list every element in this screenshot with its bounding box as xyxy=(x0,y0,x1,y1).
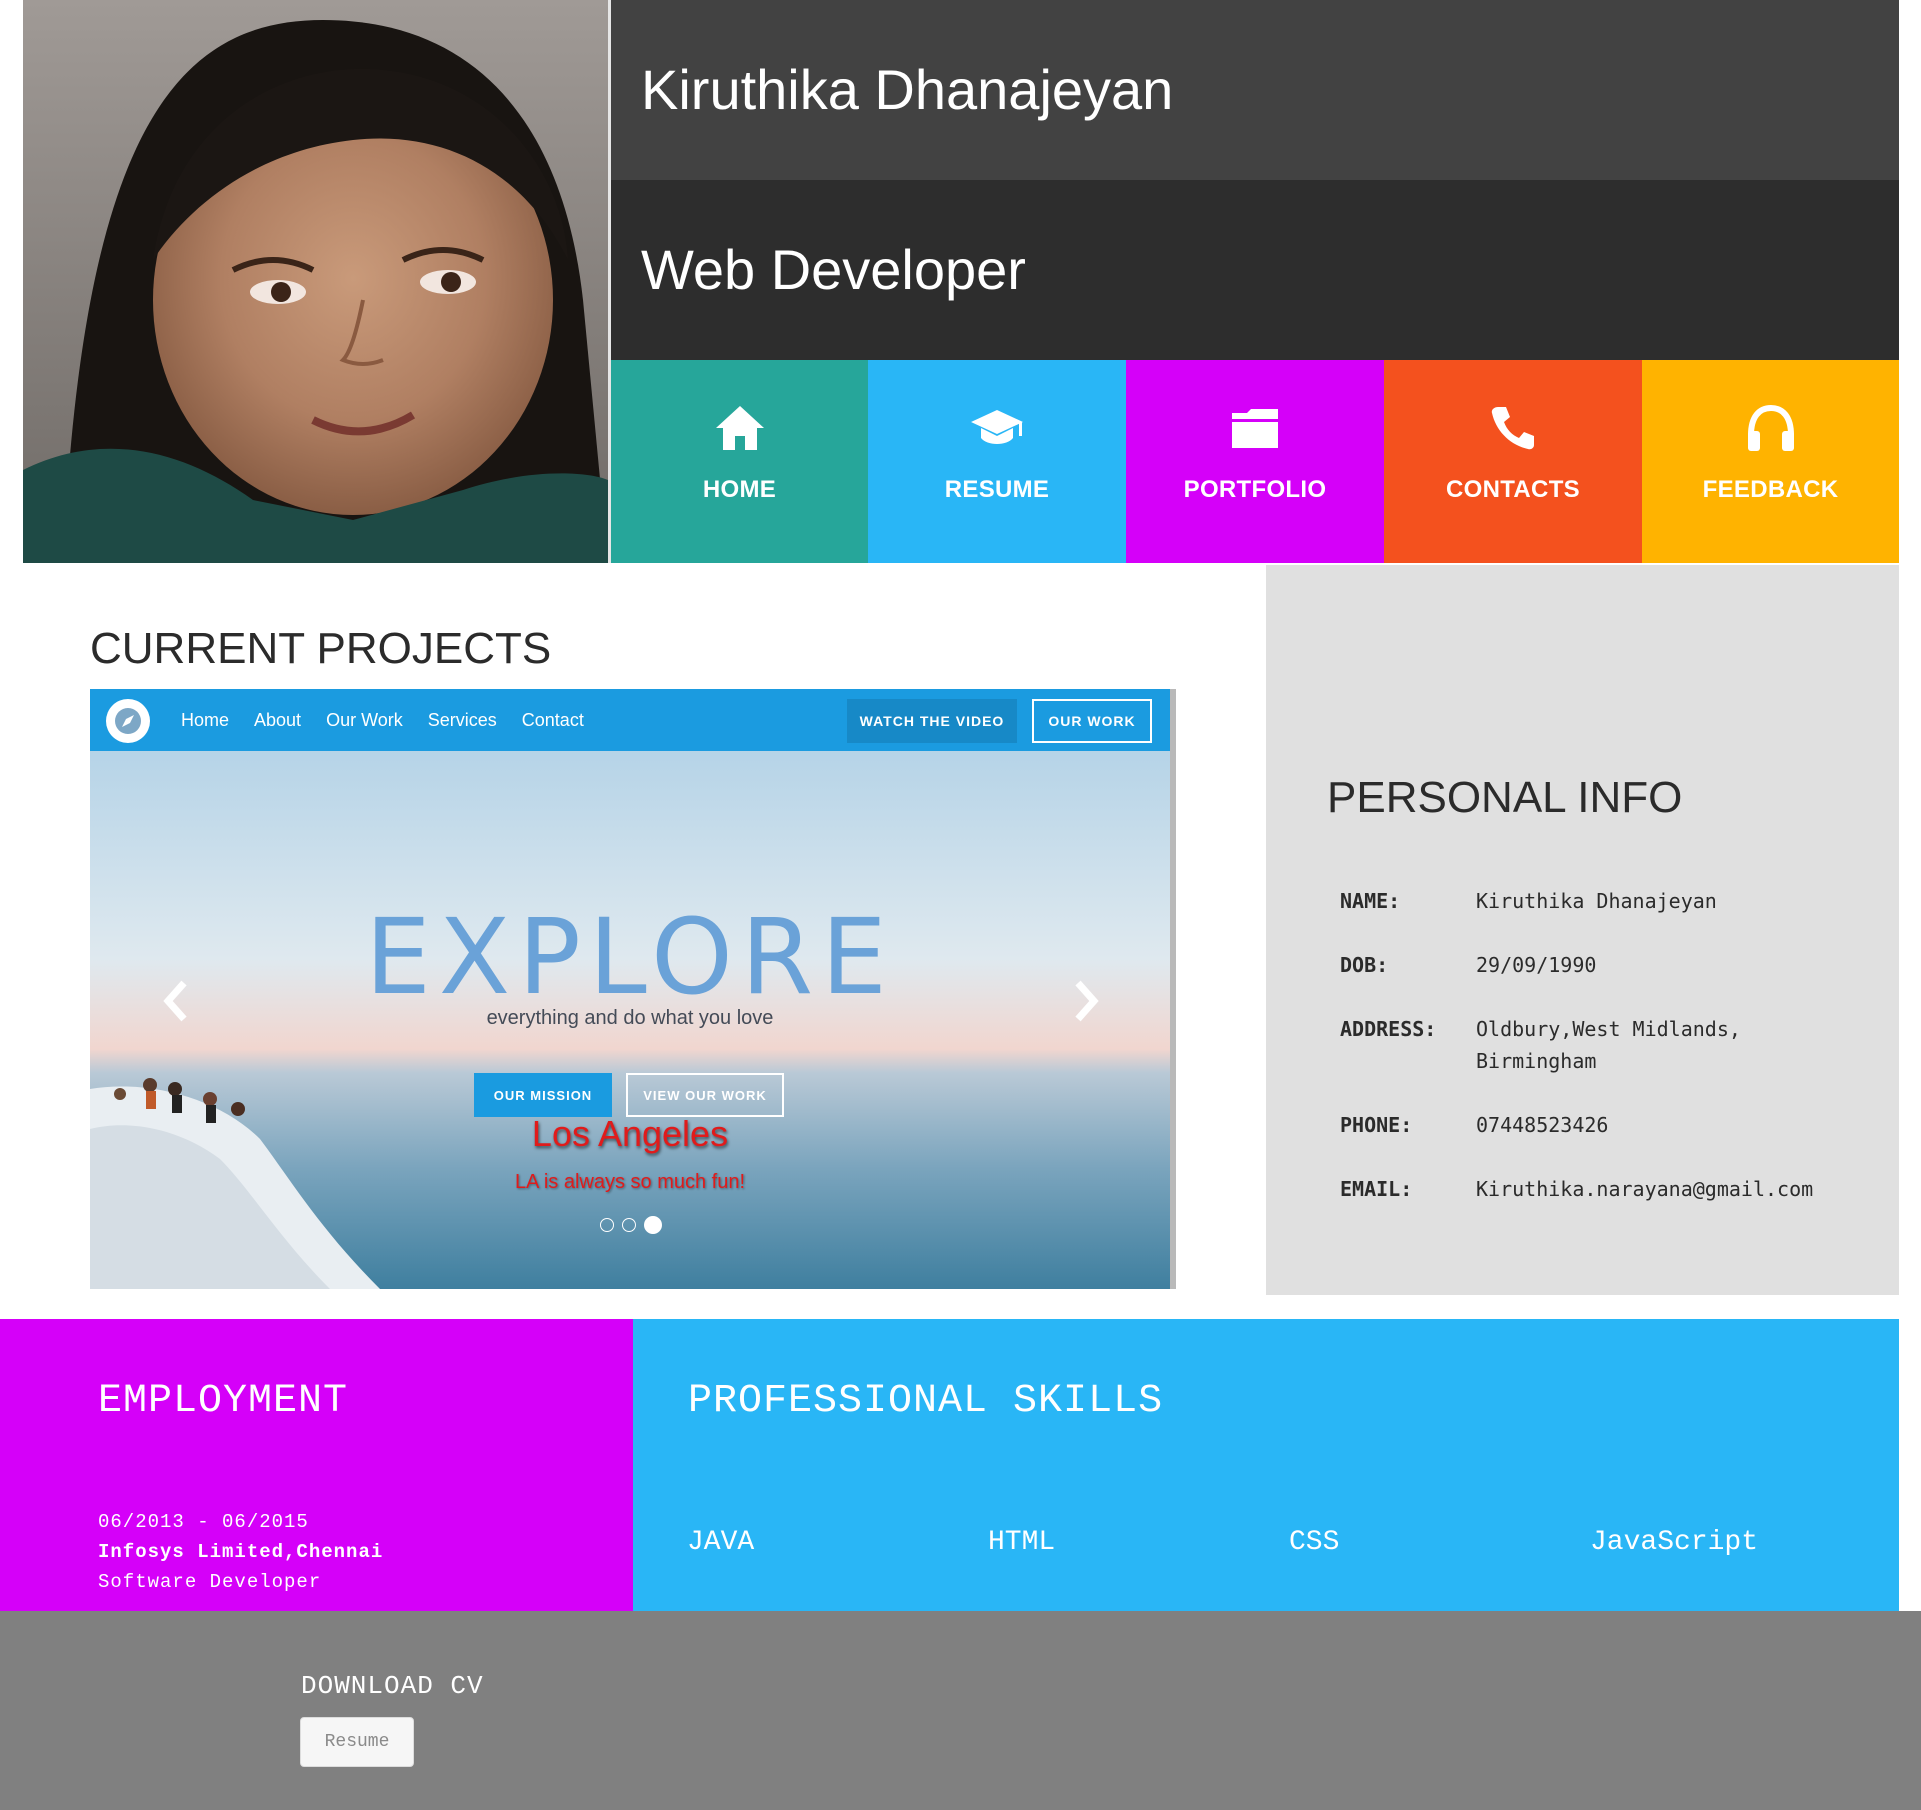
name-banner: Kiruthika Dhanajeyan xyxy=(611,0,1899,180)
info-value-phone: 07448523426 xyxy=(1476,1113,1609,1137)
address-line-1: Oldbury,West Midlands, xyxy=(1476,1017,1741,1041)
nav-home-label: HOME xyxy=(702,476,777,503)
slide-subheadline: everything and do what you love xyxy=(486,1007,774,1029)
employment-section: EMPLOYMENT 06/2013 - 06/2015 Infosys Lim… xyxy=(0,1319,633,1611)
nav-feedback[interactable]: FEEDBACK xyxy=(1642,360,1899,563)
skill-item: CSS xyxy=(1289,1527,1340,1558)
employment-title: EMPLOYMENT xyxy=(98,1379,349,1424)
slide-view-work-button: VIEW OUR WORK xyxy=(626,1073,784,1117)
slide-mission-button: OUR MISSION xyxy=(474,1073,612,1117)
info-label-address: ADDRESS: xyxy=(1340,1017,1437,1041)
personal-info-row: EMAIL: Kiruthika.narayana@gmail.com xyxy=(1340,1173,1876,1205)
phone-icon xyxy=(1483,402,1543,454)
address-line-2: Birmingham xyxy=(1476,1049,1597,1073)
nav-contacts[interactable]: CONTACTS xyxy=(1384,360,1642,563)
nav-feedback-label: FEEDBACK xyxy=(1702,476,1839,503)
slide-site-links: Home About Our Work Services Contact xyxy=(181,689,609,751)
main-nav: HOME RESUME PORTFOLIO CONTACTS FEEDBACK xyxy=(611,360,1899,563)
employment-item: 06/2013 - 06/2015 Infosys Limited,Chenna… xyxy=(98,1507,383,1597)
nav-resume-label: RESUME xyxy=(944,476,1050,503)
skill-item: JAVA xyxy=(687,1527,755,1558)
slide-link-our-work: Our Work xyxy=(326,709,403,730)
download-cv-label: DOWNLOAD CV xyxy=(301,1671,484,1701)
personal-info-title: PERSONAL INFO xyxy=(1327,773,1683,822)
carousel-prev-button[interactable] xyxy=(155,976,195,1026)
profile-photo xyxy=(23,0,608,563)
skill-item: JavaScript xyxy=(1590,1527,1759,1558)
chevron-left-icon xyxy=(163,980,187,1022)
carousel-indicator[interactable] xyxy=(600,1218,614,1232)
carousel-next-button[interactable] xyxy=(1067,976,1107,1026)
slide-link-contact: Contact xyxy=(521,709,584,730)
info-label-name: NAME: xyxy=(1340,889,1401,913)
personal-info-row: ADDRESS: Oldbury,West Midlands, Birmingh… xyxy=(1340,1013,1876,1077)
carousel-indicator[interactable] xyxy=(622,1218,636,1232)
info-value-address: Oldbury,West Midlands, Birmingham xyxy=(1476,1013,1876,1077)
profile-role: Web Developer xyxy=(641,238,1026,301)
chevron-right-icon xyxy=(1075,980,1099,1022)
slide-link-services: Services xyxy=(427,709,497,730)
headphones-icon xyxy=(1741,402,1801,454)
employment-company: Infosys Limited,Chennai xyxy=(98,1541,384,1563)
right-gutter xyxy=(1899,0,1921,1611)
slide-link-home: Home xyxy=(181,709,230,730)
info-label-dob: DOB: xyxy=(1340,953,1389,977)
personal-info-row: NAME: Kiruthika Dhanajeyan xyxy=(1340,885,1876,917)
nav-home[interactable]: HOME xyxy=(611,360,868,563)
slide-link-about: About xyxy=(254,709,302,730)
carousel-caption-text: LA is always so much fun! xyxy=(514,1171,746,1193)
footer: DOWNLOAD CV Resume xyxy=(0,1611,1921,1810)
nav-portfolio[interactable]: PORTFOLIO xyxy=(1126,360,1384,563)
personal-info-table: NAME: Kiruthika Dhanajeyan DOB: 29/09/19… xyxy=(1340,885,1876,1237)
role-banner: Web Developer xyxy=(611,180,1899,360)
personal-info-row: DOB: 29/09/1990 xyxy=(1340,949,1876,981)
folder-icon xyxy=(1225,402,1285,454)
projects-carousel: Home About Our Work Services Contact WAT… xyxy=(90,689,1176,1289)
info-value-name: Kiruthika Dhanajeyan xyxy=(1476,889,1717,913)
employment-period: 06/2013 - 06/2015 xyxy=(98,1511,309,1533)
carousel-indicator-active[interactable] xyxy=(644,1216,662,1234)
compass-icon xyxy=(106,699,150,743)
slide-watch-video-button: WATCH THE VIDEO xyxy=(847,699,1017,743)
graduation-cap-icon xyxy=(967,402,1027,454)
nav-portfolio-label: PORTFOLIO xyxy=(1183,476,1327,503)
nav-contacts-label: CONTACTS xyxy=(1446,476,1580,503)
skill-item: HTML xyxy=(988,1527,1056,1558)
slide-site-nav: Home About Our Work Services Contact WAT… xyxy=(90,689,1170,751)
info-label-phone: PHONE: xyxy=(1340,1113,1413,1137)
personal-info-row: PHONE: 07448523426 xyxy=(1340,1109,1876,1141)
info-value-email: Kiruthika.narayana@gmail.com xyxy=(1476,1177,1814,1201)
slide-headline: EXPLORE xyxy=(365,896,895,1018)
carousel-indicators xyxy=(600,1216,670,1234)
employment-position: Software Developer xyxy=(98,1571,322,1593)
resume-download-button[interactable]: Resume xyxy=(300,1717,414,1767)
info-label-email: EMAIL: xyxy=(1340,1177,1413,1201)
nav-resume[interactable]: RESUME xyxy=(868,360,1126,563)
home-icon xyxy=(710,402,770,454)
skills-title: PROFESSIONAL SKILLS xyxy=(688,1379,1164,1424)
info-value-dob: 29/09/1990 xyxy=(1476,953,1597,977)
profile-name: Kiruthika Dhanajeyan xyxy=(641,58,1174,121)
carousel-caption-title: Los Angeles xyxy=(531,1113,729,1154)
current-projects-title: CURRENT PROJECTS xyxy=(90,624,552,673)
personal-info-panel: PERSONAL INFO NAME: Kiruthika Dhanajeyan… xyxy=(1266,565,1899,1295)
skills-section: PROFESSIONAL SKILLS JAVA HTML CSS JavaSc… xyxy=(633,1319,1899,1611)
slide-our-work-button: OUR WORK xyxy=(1032,699,1152,743)
